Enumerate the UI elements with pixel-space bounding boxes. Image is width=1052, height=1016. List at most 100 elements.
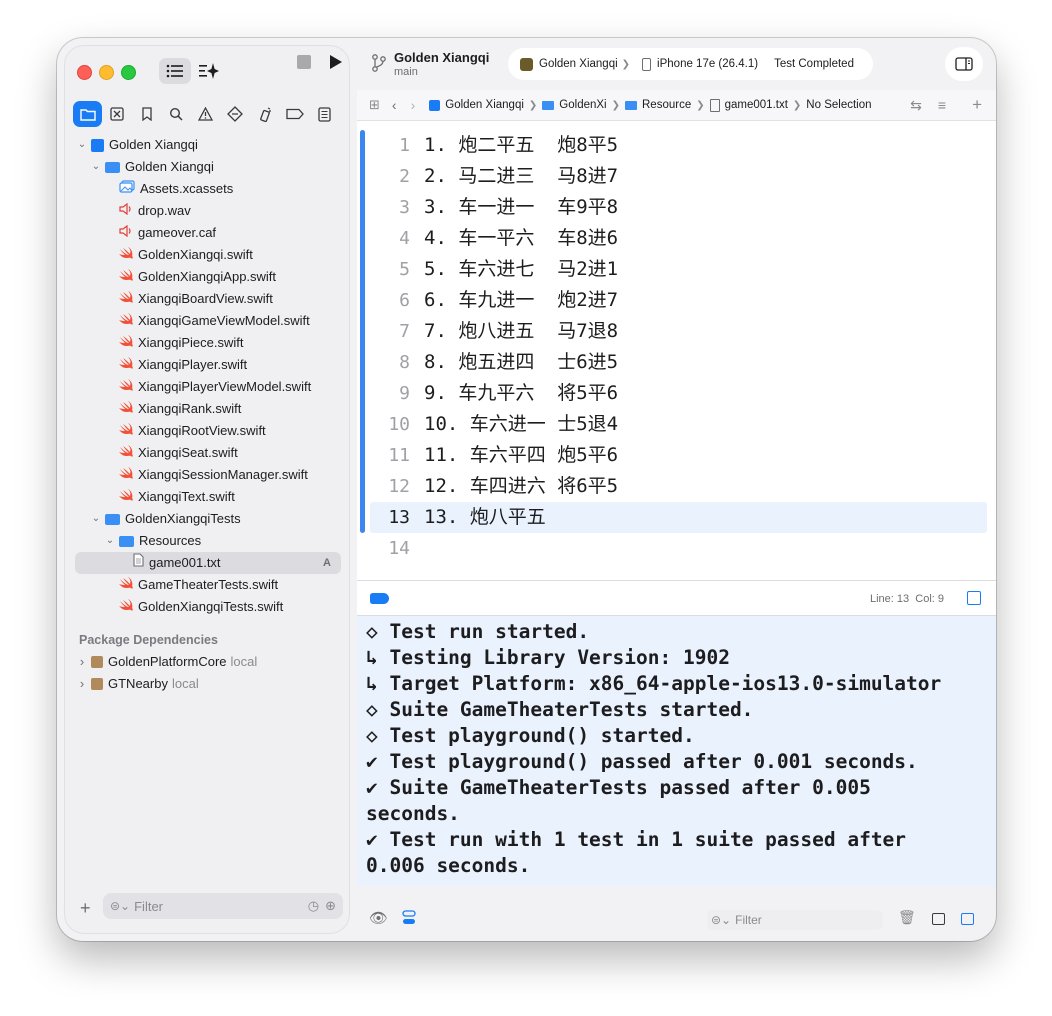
line-number: 11 <box>388 445 410 466</box>
tree-item[interactable]: Assets.xcassets <box>105 178 233 200</box>
forward-button[interactable]: › <box>411 97 416 113</box>
test-navigator-tab[interactable] <box>221 101 250 127</box>
tree-item[interactable]: GameTheaterTests.swift <box>105 574 278 596</box>
jump-crumb-file[interactable]: game001.txt <box>709 98 788 112</box>
package-item[interactable]: › GTNearby local <box>77 673 199 695</box>
jump-crumb-resources[interactable]: Resource <box>625 99 691 111</box>
code-line[interactable]: 10 10. 车六进一 士5退4 <box>370 409 987 440</box>
console-line: ✔ Test playground() passed after 0.001 s… <box>366 750 918 773</box>
console-filter[interactable]: ⊜⌄ Filter <box>707 910 883 930</box>
code-line[interactable]: 1 1. 炮二平五 炮8平5 <box>370 130 987 161</box>
report-navigator-tab[interactable] <box>310 101 339 127</box>
chevron-down-icon[interactable]: ⌄ <box>77 134 87 156</box>
code-line[interactable]: 2 2. 马二进三 马8进7 <box>370 161 987 192</box>
tree-item[interactable]: XiangqiRank.swift <box>105 398 241 420</box>
variables-toggle-icon[interactable] <box>402 910 416 925</box>
tree-item[interactable]: XiangqiPlayerViewModel.swift <box>105 376 311 398</box>
project-navigator-tab[interactable] <box>73 101 102 127</box>
jump-crumb-project[interactable]: Golden Xiangqi <box>429 99 524 111</box>
chevron-down-icon[interactable]: ⌄ <box>91 508 101 530</box>
tree-item[interactable]: XiangqiRootView.swift <box>105 420 266 442</box>
zoom-window-button[interactable] <box>121 65 136 80</box>
chevron-down-icon[interactable]: ⌄ <box>91 156 101 178</box>
tree-item-label: GoldenXiangqi.swift <box>138 247 253 262</box>
related-items-icon[interactable]: ⊞ <box>369 97 380 113</box>
tree-item[interactable]: drop.wav <box>105 200 191 222</box>
code-line[interactable]: 8 8. 炮五进四 士6进5 <box>370 347 987 378</box>
code-line[interactable]: 13 13. 炮八平五 <box>370 502 987 533</box>
tree-item[interactable]: gameover.caf <box>105 222 216 244</box>
jump-crumb-selection[interactable]: No Selection <box>806 99 871 111</box>
source-control-filter-icon[interactable]: ⊕ <box>325 898 336 914</box>
tree-item[interactable]: ⌄ Golden Xiangqi <box>91 156 214 178</box>
jump-crumb-group[interactable]: GoldenXi <box>542 99 607 111</box>
source-control-navigator-tab[interactable] <box>103 101 132 127</box>
hide-debug-area-icon[interactable] <box>967 591 981 605</box>
inspector-toggle-button[interactable] <box>945 47 983 81</box>
code-line[interactable]: 12 12. 车四进六 将6平5 <box>370 471 987 502</box>
back-button[interactable]: ‹ <box>392 97 397 113</box>
package-item[interactable]: › GoldenPlatformCore local <box>77 651 257 673</box>
bookmark-navigator-tab[interactable] <box>132 101 161 127</box>
breakpoint-navigator-tab[interactable] <box>280 101 309 127</box>
split-right-icon[interactable] <box>961 913 974 925</box>
console-line: 0.006 seconds. <box>366 854 531 877</box>
breakpoints-toggle-icon[interactable] <box>370 593 389 604</box>
split-left-icon[interactable] <box>932 913 945 925</box>
tree-item[interactable]: ⌄ Golden Xiangqi <box>77 134 198 156</box>
tree-item[interactable]: GoldenXiangqiApp.swift <box>105 266 276 288</box>
eye-icon[interactable]: 👁 <box>369 909 388 927</box>
code-line[interactable]: 11 11. 车六平四 炮5平6 <box>370 440 987 471</box>
chevron-right-icon[interactable]: › <box>77 673 87 695</box>
tree-item[interactable]: XiangqiSeat.swift <box>105 442 238 464</box>
audio-icon <box>119 222 133 244</box>
tree-item[interactable]: XiangqiText.swift <box>105 486 235 508</box>
tree-item-label: XiangqiText.swift <box>138 489 235 504</box>
tree-item[interactable]: game001.txt <box>119 552 221 574</box>
scheme-selector[interactable]: Golden Xiangqi <box>539 58 618 70</box>
code-line[interactable]: 6 6. 车九进一 炮2进7 <box>370 285 987 316</box>
code-line[interactable]: 14 <box>370 533 987 564</box>
code-line[interactable]: 4 4. 车一平六 车8进6 <box>370 223 987 254</box>
editor-options-icon[interactable]: ≡ <box>938 97 946 113</box>
recent-files-icon[interactable]: ◷ <box>308 898 319 914</box>
chevron-down-icon[interactable]: ⌄ <box>105 530 115 552</box>
run-button[interactable] <box>329 54 343 75</box>
code-line[interactable]: 3 3. 车一进一 车9平8 <box>370 192 987 223</box>
trash-icon[interactable]: 🗑 <box>898 909 916 926</box>
branch-name[interactable]: main <box>394 66 418 78</box>
console-output[interactable]: ◇ Test run started. ↳ Testing Library Ver… <box>357 616 996 886</box>
editor-scrollbar[interactable] <box>360 130 365 533</box>
toggle-navigator-button[interactable] <box>159 58 191 84</box>
issue-navigator-tab[interactable] <box>191 101 220 127</box>
tree-item[interactable]: XiangqiBoardView.swift <box>105 288 273 310</box>
close-window-button[interactable] <box>77 65 92 80</box>
code-line[interactable]: 5 5. 车六进七 马2进1 <box>370 254 987 285</box>
tree-item[interactable]: ⌄ Resources <box>105 530 201 552</box>
tree-item[interactable]: GoldenXiangqiTests.swift <box>105 596 283 618</box>
tree-item[interactable]: GoldenXiangqi.swift <box>105 244 253 266</box>
tree-item[interactable]: XiangqiPlayer.swift <box>105 354 247 376</box>
line-number: 2 <box>399 166 410 187</box>
debug-navigator-tab[interactable] <box>251 101 280 127</box>
tree-item[interactable]: XiangqiPiece.swift <box>105 332 244 354</box>
tree-item[interactable]: ⌄ GoldenXiangqiTests <box>91 508 241 530</box>
chevron-right-icon[interactable]: › <box>77 651 87 673</box>
navigator-filter[interactable]: ⊜⌄ Filter ◷ ⊕ <box>103 893 343 919</box>
code-line[interactable]: 9 9. 车九平六 将5平6 <box>370 378 987 409</box>
tree-item[interactable]: XiangqiGameViewModel.swift <box>105 310 310 332</box>
source-editor[interactable]: 1 1. 炮二平五 炮8平5 2 2. 马二进三 马8进7 3 3. 车一进一 车9平8 4… <box>357 121 996 580</box>
stop-button[interactable] <box>297 55 311 69</box>
find-navigator-tab[interactable] <box>162 101 191 127</box>
swap-editor-icon[interactable]: ⇆ <box>910 97 922 114</box>
coding-assistant-button[interactable] <box>195 58 223 84</box>
minimize-window-button[interactable] <box>99 65 114 80</box>
report-icon <box>318 106 331 122</box>
tree-item[interactable]: XiangqiSessionManager.swift <box>105 464 308 486</box>
add-editor-button[interactable]: + <box>972 95 982 115</box>
code-line[interactable]: 7 7. 炮八进五 马7退8 <box>370 316 987 347</box>
add-file-button[interactable]: + <box>80 898 91 918</box>
sidebar-right-icon <box>955 57 973 71</box>
destination-selector[interactable]: iPhone 17e (26.4.1) <box>657 58 758 70</box>
folder-icon <box>105 161 120 173</box>
